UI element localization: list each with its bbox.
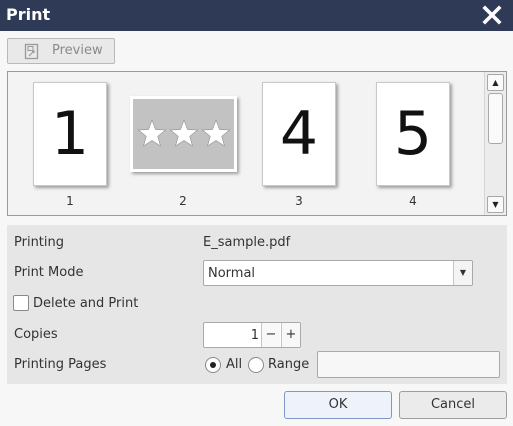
settings-panel: Printing E_sample.pdf Print Mode Normal … xyxy=(7,225,507,384)
print-dialog: Print Preview 1 1 2 4 3 5 4 ▲ ▼ Printing… xyxy=(0,0,513,426)
page-thumbnail-4[interactable]: 5 4 xyxy=(376,82,450,217)
printing-pages-label: Printing Pages xyxy=(14,357,107,372)
delete-and-print-checkbox[interactable] xyxy=(13,295,29,311)
scroll-up-icon[interactable]: ▲ xyxy=(487,74,504,91)
copies-stepper[interactable]: 1 − + xyxy=(203,322,301,348)
page-content: 5 xyxy=(393,99,433,169)
scroll-down-icon[interactable]: ▼ xyxy=(487,196,504,213)
printing-label: Printing xyxy=(14,235,65,250)
thumbnail-label: 2 xyxy=(179,194,187,208)
ok-button[interactable]: OK xyxy=(284,391,392,419)
range-radio[interactable] xyxy=(248,357,264,373)
copies-value[interactable]: 1 xyxy=(204,328,259,343)
delete-and-print-label[interactable]: Delete and Print xyxy=(33,296,138,311)
chevron-down-icon[interactable]: ▼ xyxy=(453,261,472,285)
all-pages-radio[interactable] xyxy=(205,357,221,373)
stars-graphic xyxy=(133,99,234,169)
cancel-button[interactable]: Cancel xyxy=(399,391,507,419)
thumbnail-label: 3 xyxy=(295,194,303,208)
page-thumbnail-3[interactable]: 4 3 xyxy=(262,82,336,217)
thumbnail-list: 1 1 2 4 3 5 4 xyxy=(8,72,484,215)
decrement-button[interactable]: − xyxy=(261,323,280,347)
page-thumbnails-panel: 1 1 2 4 3 5 4 ▲ ▼ xyxy=(7,71,507,216)
dialog-title: Print xyxy=(6,5,51,24)
page-range-input[interactable] xyxy=(317,351,500,378)
page-card: 5 xyxy=(376,82,450,186)
page-content: 1 xyxy=(50,99,90,169)
page-card xyxy=(130,96,237,172)
page-thumbnail-1[interactable]: 1 1 xyxy=(33,82,107,217)
thumbnail-scrollbar[interactable]: ▲ ▼ xyxy=(484,72,506,215)
thumbnail-label: 1 xyxy=(66,194,74,208)
close-icon[interactable] xyxy=(481,4,503,26)
print-mode-label: Print Mode xyxy=(14,265,84,280)
title-bar: Print xyxy=(0,0,513,31)
page-thumbnail-2[interactable]: 2 xyxy=(130,82,237,217)
range-label[interactable]: Range xyxy=(268,357,309,372)
preview-icon xyxy=(24,43,40,60)
page-card: 4 xyxy=(262,82,336,186)
all-pages-label[interactable]: All xyxy=(226,357,242,372)
printing-file-name: E_sample.pdf xyxy=(203,235,291,250)
preview-label: Preview xyxy=(52,43,103,58)
print-mode-value: Normal xyxy=(208,266,256,281)
increment-button[interactable]: + xyxy=(281,323,300,347)
copies-label: Copies xyxy=(14,327,58,342)
print-mode-select[interactable]: Normal ▼ xyxy=(203,260,473,286)
page-card: 1 xyxy=(33,82,107,186)
page-content: 4 xyxy=(279,99,319,169)
preview-button[interactable]: Preview xyxy=(7,38,115,64)
scrollbar-thumb[interactable] xyxy=(488,93,503,144)
thumbnail-label: 4 xyxy=(409,194,417,208)
